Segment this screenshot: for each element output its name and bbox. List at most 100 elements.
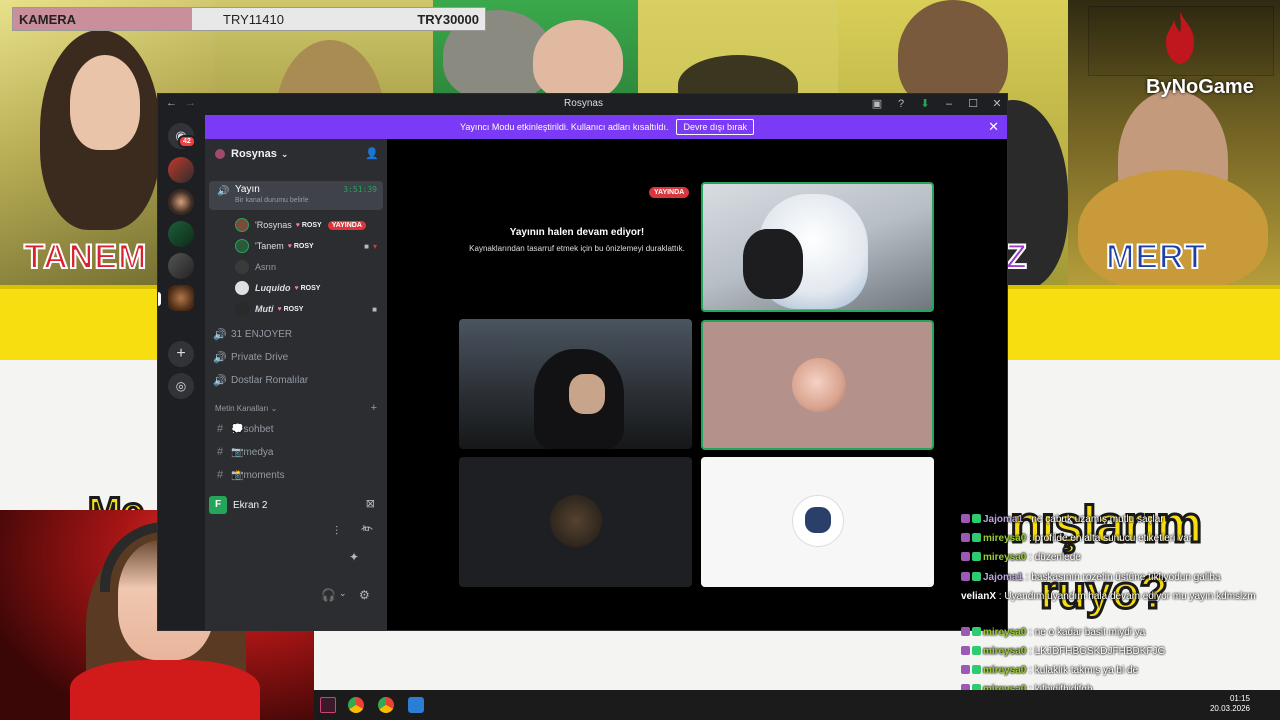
- channel-name: 📸moments: [231, 469, 285, 481]
- chrome-icon[interactable]: [378, 697, 394, 713]
- chat-text: LKJDFHBGSKDJFHBDKFJG: [1034, 646, 1166, 657]
- invite-user-icon[interactable]: 👤: [365, 147, 379, 160]
- minimize-button[interactable]: –: [943, 97, 955, 111]
- server-header[interactable]: Rosynas ⌄: [205, 139, 387, 169]
- server-rail: ◉ 42 + ◎: [158, 115, 205, 630]
- screen-share-app-icon: F: [209, 496, 227, 514]
- chat-message: Jajoma1 : başkasının rozetin üstüne tıkl…: [961, 572, 1220, 584]
- headphones-icon: [743, 229, 803, 299]
- voice-channel[interactable]: 🔊 31 ENJOYER: [213, 325, 381, 343]
- donation-current: TRY11410: [223, 12, 284, 27]
- voice-channel[interactable]: 🔊 Private Drive: [213, 348, 381, 366]
- chat-badge-icon[interactable]: [972, 533, 981, 542]
- clock[interactable]: 01:15 20.03.2026: [1210, 694, 1250, 714]
- hashtag-icon: #: [216, 423, 224, 435]
- chat-username[interactable]: mireysa0: [983, 627, 1026, 638]
- voice-user-name: Muti: [255, 304, 274, 314]
- gear-icon[interactable]: ⚙: [359, 588, 370, 602]
- chat-badge-icon[interactable]: [972, 646, 981, 655]
- hashtag-icon: #: [216, 446, 224, 458]
- app-icon[interactable]: [320, 697, 336, 713]
- cam-face: [533, 20, 623, 100]
- chrome-icon[interactable]: [348, 697, 364, 713]
- voice-user[interactable]: 'Tanem ♥ ROSY ■ ▾: [235, 236, 383, 256]
- clock-date: 20.03.2026: [1209, 704, 1250, 713]
- maximize-button[interactable]: ☐: [967, 97, 979, 111]
- video-tile-webcam[interactable]: [701, 182, 934, 312]
- inbox-icon[interactable]: ▣: [871, 97, 883, 111]
- donation-goal: TRY30000: [417, 12, 479, 27]
- video-tile-avatar[interactable]: [701, 320, 934, 450]
- add-channel-icon[interactable]: +: [371, 402, 377, 414]
- chat-username[interactable]: mireysa0: [983, 665, 1026, 676]
- chat-badge-icon[interactable]: [972, 627, 981, 636]
- chat-badge-icon[interactable]: [961, 646, 970, 655]
- help-icon[interactable]: ?: [895, 97, 907, 111]
- channel-sidebar: Rosynas ⌄ 👤 🔊 Yayın Bir kanal durumu bel…: [205, 139, 387, 630]
- chat-badge-icon[interactable]: [961, 533, 970, 542]
- close-button[interactable]: ✕: [991, 97, 1003, 111]
- video-tile-avatar[interactable]: [701, 457, 934, 587]
- voice-user[interactable]: Asrın: [235, 257, 383, 277]
- server-icon[interactable]: [168, 253, 194, 279]
- server-icon-rosynas[interactable]: [168, 285, 194, 311]
- channel-name: 📷medya: [231, 446, 274, 458]
- voice-user[interactable]: Luquido ♥ ROSY: [235, 278, 383, 298]
- close-icon[interactable]: ✕: [988, 119, 999, 135]
- add-server-icon[interactable]: +: [168, 341, 194, 367]
- chat-badge-icon[interactable]: [961, 552, 970, 561]
- download-icon[interactable]: ⬇: [919, 97, 931, 111]
- server-icon[interactable]: [168, 189, 194, 215]
- voice-user-icons: ■: [372, 305, 377, 314]
- screen-share-panel[interactable]: F Ekran 2 ⊠: [209, 491, 383, 519]
- video-tile-avatar[interactable]: [459, 457, 692, 587]
- chevron-down-icon[interactable]: ⌄: [339, 588, 347, 599]
- chat-text: başkasının rozetin üstüne tıklıyodun gal…: [1031, 572, 1221, 583]
- chat-badge-icon[interactable]: [961, 572, 970, 581]
- chat-username[interactable]: mireysa0: [983, 533, 1026, 544]
- chat-message: Jajoma1 : ne çabuk uzamış mutlu saçlar: [961, 514, 1164, 526]
- chat-username[interactable]: velianX: [961, 591, 996, 602]
- chat-badge-icon[interactable]: [972, 665, 981, 674]
- voice-channel-status[interactable]: Bir kanal durumu belirle: [235, 197, 309, 204]
- window-titlebar[interactable]: ← → Rosynas ▣ ? ⬇ – ☐ ✕: [158, 94, 1007, 115]
- text-channels-category[interactable]: Metin Kanalları ⌄: [215, 404, 277, 413]
- activity-icon[interactable]: ✦: [349, 550, 359, 564]
- disable-streamer-mode-button[interactable]: Devre dışı bırak: [676, 119, 754, 135]
- disconnect-icon[interactable]: ⌒: [361, 524, 373, 541]
- cam-name-partial: Z: [1005, 237, 1028, 277]
- voice-user[interactable]: Muti ♥ ROSY ■: [235, 299, 383, 319]
- chat-username[interactable]: Jajoma1: [983, 572, 1023, 583]
- voice-user-name: 'Tanem: [255, 241, 284, 251]
- stop-share-icon[interactable]: ⊠: [366, 497, 375, 510]
- voice-channel-active[interactable]: 🔊 Yayın Bir kanal durumu belirle 3:51:39: [209, 181, 383, 210]
- chat-badge-icon[interactable]: [961, 514, 970, 523]
- chat-message: mireysa0 : kulaklık takmış ya bi de: [961, 665, 1138, 677]
- chat-username[interactable]: mireysa0: [983, 646, 1026, 657]
- soundboard-icon[interactable]: ⫶: [335, 524, 338, 539]
- explore-icon[interactable]: ◎: [168, 373, 194, 399]
- text-channel[interactable]: # 💭sohbet: [213, 420, 381, 438]
- speaker-icon: 🔊: [213, 351, 227, 364]
- chat-username[interactable]: Jajoma1: [983, 514, 1023, 525]
- chat-badge-icon[interactable]: [961, 627, 970, 636]
- banner-text: Yayıncı Modu etkinleştirildi. Kullanıcı …: [460, 122, 669, 132]
- server-icon[interactable]: [168, 157, 194, 183]
- chat-badge-icon[interactable]: [972, 552, 981, 561]
- paused-subtitle: Kaynaklarından tasarruf etmek için bu ön…: [469, 244, 685, 253]
- voice-channel[interactable]: 🔊 Dostlar Romalılar: [213, 371, 381, 389]
- chat-badge-icon[interactable]: [961, 665, 970, 674]
- voice-user[interactable]: 'Rosynas ♥ ROSY YAYINDA: [235, 215, 383, 235]
- server-tag: ♥ ROSY: [277, 305, 304, 313]
- server-icon[interactable]: [168, 221, 194, 247]
- chat-badge-icon[interactable]: [972, 514, 981, 523]
- chat-badge-icon[interactable]: [972, 572, 981, 581]
- discord-window[interactable]: ← → Rosynas ▣ ? ⬇ – ☐ ✕ ◉ 42 + ◎ Yayıncı…: [157, 93, 1008, 631]
- chat-username[interactable]: mireysa0: [983, 552, 1026, 563]
- screen-share-name: Ekran 2: [233, 499, 268, 511]
- video-tile-streamer[interactable]: [459, 319, 692, 449]
- app-icon[interactable]: [408, 697, 424, 713]
- text-channel[interactable]: # 📷medya: [213, 443, 381, 461]
- headphones-icon[interactable]: 🎧: [321, 588, 336, 602]
- text-channel[interactable]: # 📸moments: [213, 466, 381, 484]
